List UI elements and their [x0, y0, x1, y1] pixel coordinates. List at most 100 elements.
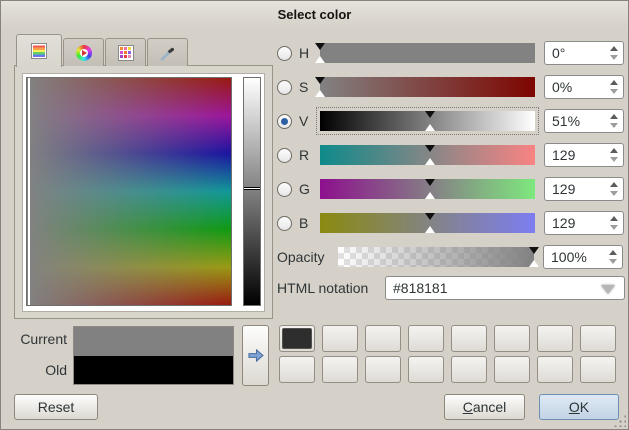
spin-down-icon[interactable]: [609, 259, 617, 264]
green-slider[interactable]: [320, 179, 535, 199]
tab-color-wheel[interactable]: [63, 38, 104, 66]
value-slider[interactable]: [320, 111, 535, 131]
hue-label: H: [299, 45, 315, 61]
slider-marker-bottom[interactable]: [315, 56, 325, 63]
slider-marker-top[interactable]: [315, 77, 325, 84]
spin-down-icon[interactable]: [610, 55, 618, 60]
palette-slot[interactable]: [580, 356, 616, 383]
red-label: R: [299, 147, 315, 163]
square-selection-marker[interactable]: [28, 78, 30, 305]
spin-arrows[interactable]: [609, 42, 619, 64]
saturation-slider[interactable]: [320, 77, 535, 97]
custom-palette: [279, 325, 616, 383]
blue-slider[interactable]: [320, 213, 535, 233]
green-spinbox[interactable]: 129: [544, 177, 624, 201]
hue-spinbox[interactable]: 0°: [544, 41, 624, 65]
palette-slot[interactable]: [451, 325, 487, 352]
value-value: 51%: [552, 113, 580, 129]
spin-down-icon[interactable]: [610, 123, 618, 128]
spin-down-icon[interactable]: [610, 157, 618, 162]
opacity-spinbox[interactable]: 100%: [543, 245, 623, 269]
slider-marker-bottom[interactable]: [425, 192, 435, 199]
saturation-label: S: [299, 79, 315, 95]
spin-arrows[interactable]: [609, 144, 619, 166]
slider-marker-bottom[interactable]: [315, 90, 325, 97]
spin-arrows[interactable]: [609, 212, 619, 234]
slider-marker-top[interactable]: [529, 247, 539, 254]
value-spinbox[interactable]: 51%: [544, 109, 624, 133]
ok-button-label: OK: [569, 399, 589, 415]
hue-slider[interactable]: [320, 43, 535, 63]
spin-arrows[interactable]: [608, 246, 618, 268]
spin-arrows[interactable]: [609, 110, 619, 132]
value-radio[interactable]: [277, 114, 292, 129]
palette-slot[interactable]: [322, 356, 358, 383]
reset-button[interactable]: Reset: [14, 394, 98, 420]
hue-radio[interactable]: [277, 46, 292, 61]
blue-radio[interactable]: [277, 216, 292, 231]
value-label: V: [299, 113, 315, 129]
opacity-slider[interactable]: [338, 247, 534, 267]
cancel-button-label: Cancel: [463, 399, 507, 415]
red-radio[interactable]: [277, 148, 292, 163]
palette-slot[interactable]: [580, 325, 616, 352]
palette-slot[interactable]: [365, 325, 401, 352]
channel-row-green: G 129: [277, 177, 625, 201]
green-radio[interactable]: [277, 182, 292, 197]
saturation-radio[interactable]: [277, 80, 292, 95]
spin-up-icon[interactable]: [610, 216, 618, 221]
html-notation-input[interactable]: #818181: [385, 276, 625, 300]
slider-marker-top[interactable]: [425, 213, 435, 220]
spin-up-icon[interactable]: [610, 46, 618, 51]
palette-slot[interactable]: [408, 325, 444, 352]
current-color-swatch: [74, 327, 233, 356]
red-spinbox[interactable]: 129: [544, 143, 624, 167]
slider-marker-top[interactable]: [315, 43, 325, 50]
saturation-value: 0%: [552, 79, 572, 95]
palette-slot[interactable]: [537, 356, 573, 383]
hue-saturation-square[interactable]: [26, 77, 232, 306]
opacity-value: 100%: [551, 249, 587, 265]
spin-arrows[interactable]: [609, 76, 619, 98]
spin-down-icon[interactable]: [610, 191, 618, 196]
spin-up-icon[interactable]: [609, 250, 617, 255]
spin-arrows[interactable]: [609, 178, 619, 200]
slider-marker-top[interactable]: [425, 179, 435, 186]
blue-label: B: [299, 215, 315, 231]
spin-up-icon[interactable]: [610, 148, 618, 153]
add-to-palette-button[interactable]: [242, 325, 269, 386]
value-bar-marker[interactable]: [244, 187, 260, 190]
saturation-spinbox[interactable]: 0%: [544, 75, 624, 99]
ok-button[interactable]: OK: [539, 394, 619, 420]
spin-up-icon[interactable]: [610, 182, 618, 187]
palette-slot[interactable]: [494, 356, 530, 383]
palette-slot[interactable]: [451, 356, 487, 383]
slider-marker-bottom[interactable]: [529, 260, 539, 267]
slider-marker-bottom[interactable]: [425, 124, 435, 131]
tab-spectrum[interactable]: [16, 34, 62, 67]
blue-spinbox[interactable]: 129: [544, 211, 624, 235]
slider-marker-bottom[interactable]: [425, 226, 435, 233]
slider-marker-bottom[interactable]: [425, 158, 435, 165]
spin-down-icon[interactable]: [610, 89, 618, 94]
spin-down-icon[interactable]: [610, 225, 618, 230]
slider-marker-top[interactable]: [425, 145, 435, 152]
tab-palette[interactable]: [105, 38, 146, 66]
spin-up-icon[interactable]: [610, 114, 618, 119]
tab-color-picker[interactable]: [147, 38, 188, 66]
spin-up-icon[interactable]: [610, 80, 618, 85]
red-slider[interactable]: [320, 145, 535, 165]
palette-slot[interactable]: [494, 325, 530, 352]
dropdown-arrow-icon[interactable]: [601, 285, 615, 294]
palette-slot[interactable]: [322, 325, 358, 352]
palette-slot[interactable]: [537, 325, 573, 352]
palette-slot[interactable]: [279, 325, 315, 352]
cancel-button[interactable]: Cancel: [444, 394, 525, 420]
titlebar[interactable]: Select color: [1, 1, 628, 28]
right-arrow-icon: [247, 347, 264, 364]
palette-slot[interactable]: [365, 356, 401, 383]
palette-slot[interactable]: [279, 356, 315, 383]
value-bar[interactable]: [243, 77, 261, 306]
palette-slot[interactable]: [408, 356, 444, 383]
slider-marker-top[interactable]: [425, 111, 435, 118]
